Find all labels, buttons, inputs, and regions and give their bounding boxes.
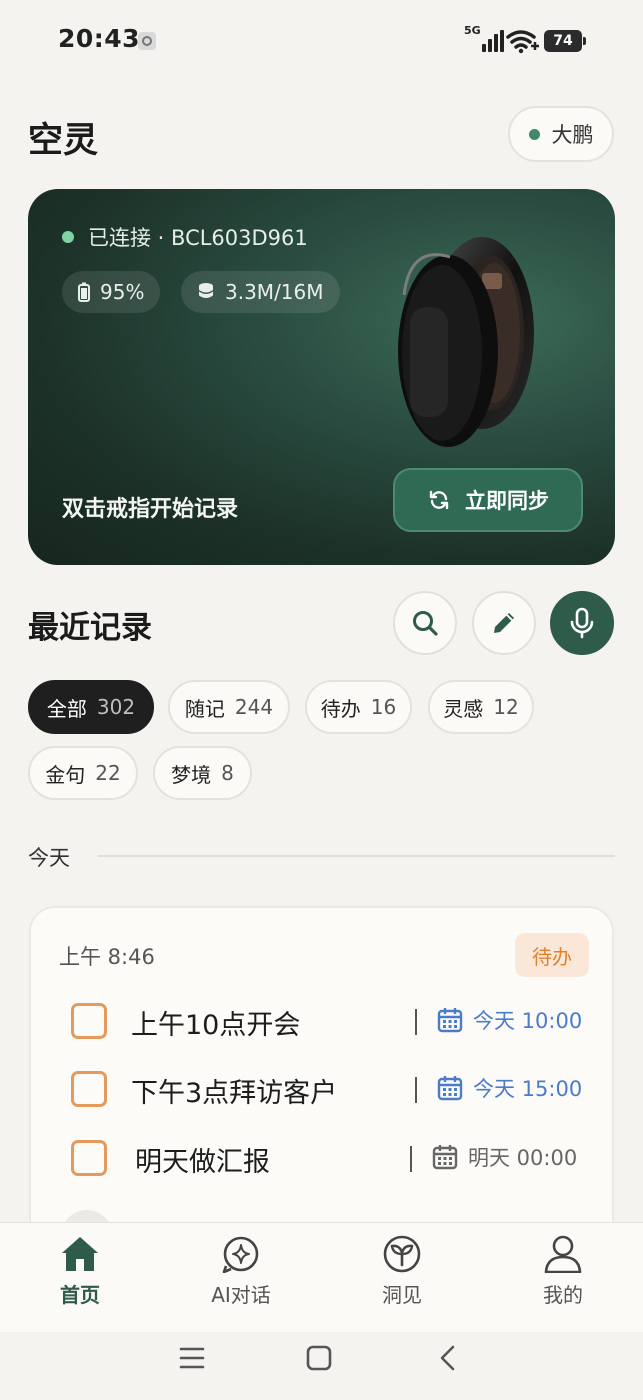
filter-count: 12 (493, 695, 519, 719)
day-group-label: 今天 (28, 846, 70, 870)
filter-count: 16 (370, 695, 397, 719)
record-card[interactable]: 上午 8:46 待办 上午10点开会 今天 10:00 下午3点拜访客户 今天 … (29, 906, 614, 1262)
record-type-badge: 待办 (515, 933, 589, 977)
edit-button[interactable] (472, 591, 536, 655)
bottom-nav: 首页 AI对话 洞见 我的 (0, 1222, 643, 1332)
device-card[interactable]: 已连接 · BCL603D961 95% 3.3M/16M 双击戒指开始记录 立… (28, 189, 615, 565)
todo-due[interactable]: 今天 10:00 (437, 1005, 582, 1035)
filter-chip-inspiration[interactable]: 灵感 12 (428, 680, 534, 734)
app-title: 空灵 (28, 121, 99, 161)
home-square-icon[interactable] (305, 1344, 333, 1372)
filter-chip-dreams[interactable]: 梦境 8 (153, 746, 252, 800)
todo-item[interactable]: 明天做汇报 明天 00:00 (71, 1138, 591, 1178)
wifi-icon (506, 30, 539, 54)
sprout-icon (383, 1235, 421, 1273)
voice-record-button[interactable] (550, 591, 614, 655)
nav-profile[interactable]: 我的 (503, 1235, 623, 1308)
system-nav-bar (0, 1332, 643, 1400)
signal-icon (474, 30, 504, 52)
back-icon[interactable] (435, 1344, 463, 1372)
divider (98, 855, 615, 857)
filter-count: 302 (96, 695, 136, 719)
user-name: 大鹏 (551, 123, 594, 147)
nav-ai-chat[interactable]: AI对话 (181, 1235, 301, 1308)
nav-insights[interactable]: 洞见 (342, 1235, 462, 1308)
todo-text: 下午3点拜访客户 (131, 1078, 338, 1109)
user-switch-button[interactable]: 大鹏 (508, 106, 614, 162)
battery-icon (78, 282, 90, 302)
filter-label: 随记 (184, 696, 225, 721)
recent-records-title: 最近记录 (28, 610, 152, 646)
sync-label: 立即同步 (465, 489, 549, 513)
separator (415, 1077, 417, 1103)
filter-label: 金句 (45, 762, 86, 787)
calendar-icon (437, 1008, 463, 1033)
record-time: 上午 8:46 (59, 945, 155, 969)
filter-chip-quotes[interactable]: 金句 22 (28, 746, 138, 800)
filter-count: 8 (221, 761, 234, 785)
battery-pill: 95% (62, 271, 161, 313)
connection-text: 已连接 · BCL603D961 (88, 226, 308, 250)
notification-icon (138, 32, 156, 50)
search-icon (413, 611, 438, 636)
nav-home[interactable]: 首页 (20, 1235, 140, 1308)
pencil-icon (494, 613, 514, 633)
calendar-icon (437, 1076, 463, 1101)
device-hint: 双击戒指开始记录 (62, 497, 239, 522)
menu-icon[interactable] (178, 1344, 206, 1372)
nav-label: AI对话 (211, 1283, 271, 1307)
battery-level: 95% (100, 280, 145, 304)
sync-now-button[interactable]: 立即同步 (393, 468, 583, 532)
ai-chat-icon (222, 1236, 259, 1273)
filter-chip-all[interactable]: 全部 302 (28, 680, 154, 734)
todo-item[interactable]: 下午3点拜访客户 今天 15:00 (71, 1069, 591, 1109)
filter-count: 244 (234, 695, 274, 719)
sync-icon (429, 490, 449, 510)
todo-due[interactable]: 今天 15:00 (437, 1073, 582, 1103)
todo-item[interactable]: 上午10点开会 今天 10:00 (71, 1001, 591, 1041)
filter-label: 灵感 (443, 696, 484, 721)
filter-count: 22 (95, 761, 121, 785)
separator (415, 1009, 417, 1035)
calendar-icon (432, 1145, 458, 1170)
filter-chip-notes[interactable]: 随记 244 (168, 680, 290, 734)
battery-indicator: 74 (544, 30, 586, 52)
filter-label: 待办 (320, 696, 361, 721)
home-icon (62, 1237, 98, 1271)
search-button[interactable] (393, 591, 457, 655)
todo-checkbox[interactable] (71, 1140, 107, 1176)
storage-pill: 3.3M/16M (181, 271, 340, 313)
todo-due-text: 今天 10:00 (473, 1009, 583, 1033)
separator (410, 1146, 412, 1172)
connected-dot (62, 231, 74, 243)
todo-text: 明天做汇报 (135, 1147, 270, 1178)
status-time: 20:43 (58, 24, 141, 53)
nav-label: 洞见 (382, 1283, 422, 1307)
todo-due-text: 明天 00:00 (468, 1146, 578, 1170)
todo-checkbox[interactable] (71, 1071, 107, 1107)
todo-due[interactable]: 明天 00:00 (432, 1142, 577, 1172)
connection-status: 已连接 · BCL603D961 (62, 222, 308, 252)
todo-due-text: 今天 15:00 (473, 1077, 583, 1101)
storage-icon (199, 283, 213, 298)
nav-label: 首页 (60, 1283, 100, 1307)
filter-chip-todo[interactable]: 待办 16 (305, 680, 412, 734)
filter-label: 全部 (46, 696, 87, 721)
online-dot (528, 128, 540, 140)
status-bar: 20:43 5G 74 (0, 0, 643, 84)
nav-label: 我的 (543, 1283, 583, 1307)
todo-text: 上午10点开会 (131, 1010, 301, 1041)
todo-checkbox[interactable] (71, 1003, 107, 1039)
filter-label: 梦境 (171, 762, 212, 787)
microphone-icon (570, 607, 594, 639)
smart-ring-image (398, 237, 534, 447)
storage-usage: 3.3M/16M (225, 280, 324, 304)
profile-icon (544, 1235, 582, 1273)
